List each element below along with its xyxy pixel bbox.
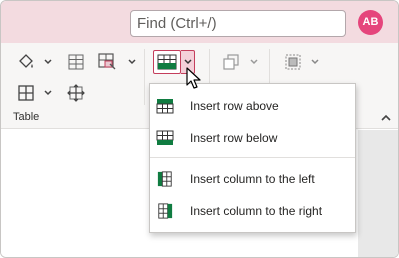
insert-column-left-icon (157, 171, 172, 187)
chevron-down-icon[interactable] (249, 57, 259, 67)
mouse-pointer-icon (186, 67, 201, 89)
ribbon-divider (144, 49, 145, 105)
avatar[interactable]: AB (358, 10, 383, 35)
menu-item-insert-column-left[interactable]: Insert column to the left (150, 163, 355, 195)
borders-icon[interactable] (15, 83, 37, 103)
app-window: Find (Ctrl+/) AB Table Insert row above … (0, 0, 399, 258)
insert-table-icon (157, 54, 177, 70)
select-table-icon[interactable] (283, 52, 303, 72)
cell-properties-icon[interactable] (96, 52, 118, 72)
title-bar: Find (Ctrl+/) AB (1, 1, 398, 43)
insert-row-below-icon (156, 130, 174, 145)
menu-item-label: Insert column to the right (190, 204, 323, 218)
chevron-down-icon[interactable] (43, 57, 53, 67)
chevron-down-icon[interactable] (310, 57, 320, 67)
menu-item-insert-row-below[interactable]: Insert row below (150, 122, 355, 154)
menu-item-label: Insert column to the left (190, 172, 315, 186)
ribbon-group-label: Table (13, 111, 40, 123)
chevron-down-icon[interactable] (43, 88, 53, 98)
chevron-down-icon[interactable] (127, 57, 137, 67)
side-pane (358, 130, 398, 257)
search-input[interactable]: Find (Ctrl+/) (130, 10, 346, 37)
fill-color-icon[interactable] (15, 52, 37, 72)
cell-spacing-icon[interactable] (65, 52, 87, 72)
insert-table-button[interactable] (153, 50, 181, 74)
collapse-ribbon-icon[interactable] (380, 113, 392, 123)
menu-item-label: Insert row below (190, 131, 278, 145)
chevron-down-icon (183, 59, 192, 65)
menu-item-label: Insert row above (190, 99, 279, 113)
menu-item-insert-column-right[interactable]: Insert column to the right (150, 195, 355, 227)
move-table-icon[interactable] (65, 83, 87, 103)
insert-row-above-icon (156, 99, 174, 114)
insert-column-right-icon (158, 203, 173, 219)
menu-divider (150, 157, 355, 158)
insert-table-menu: Insert row above Insert row below Insert… (149, 83, 356, 233)
copy-format-icon[interactable] (221, 52, 241, 72)
menu-item-insert-row-above[interactable]: Insert row above (150, 90, 355, 122)
